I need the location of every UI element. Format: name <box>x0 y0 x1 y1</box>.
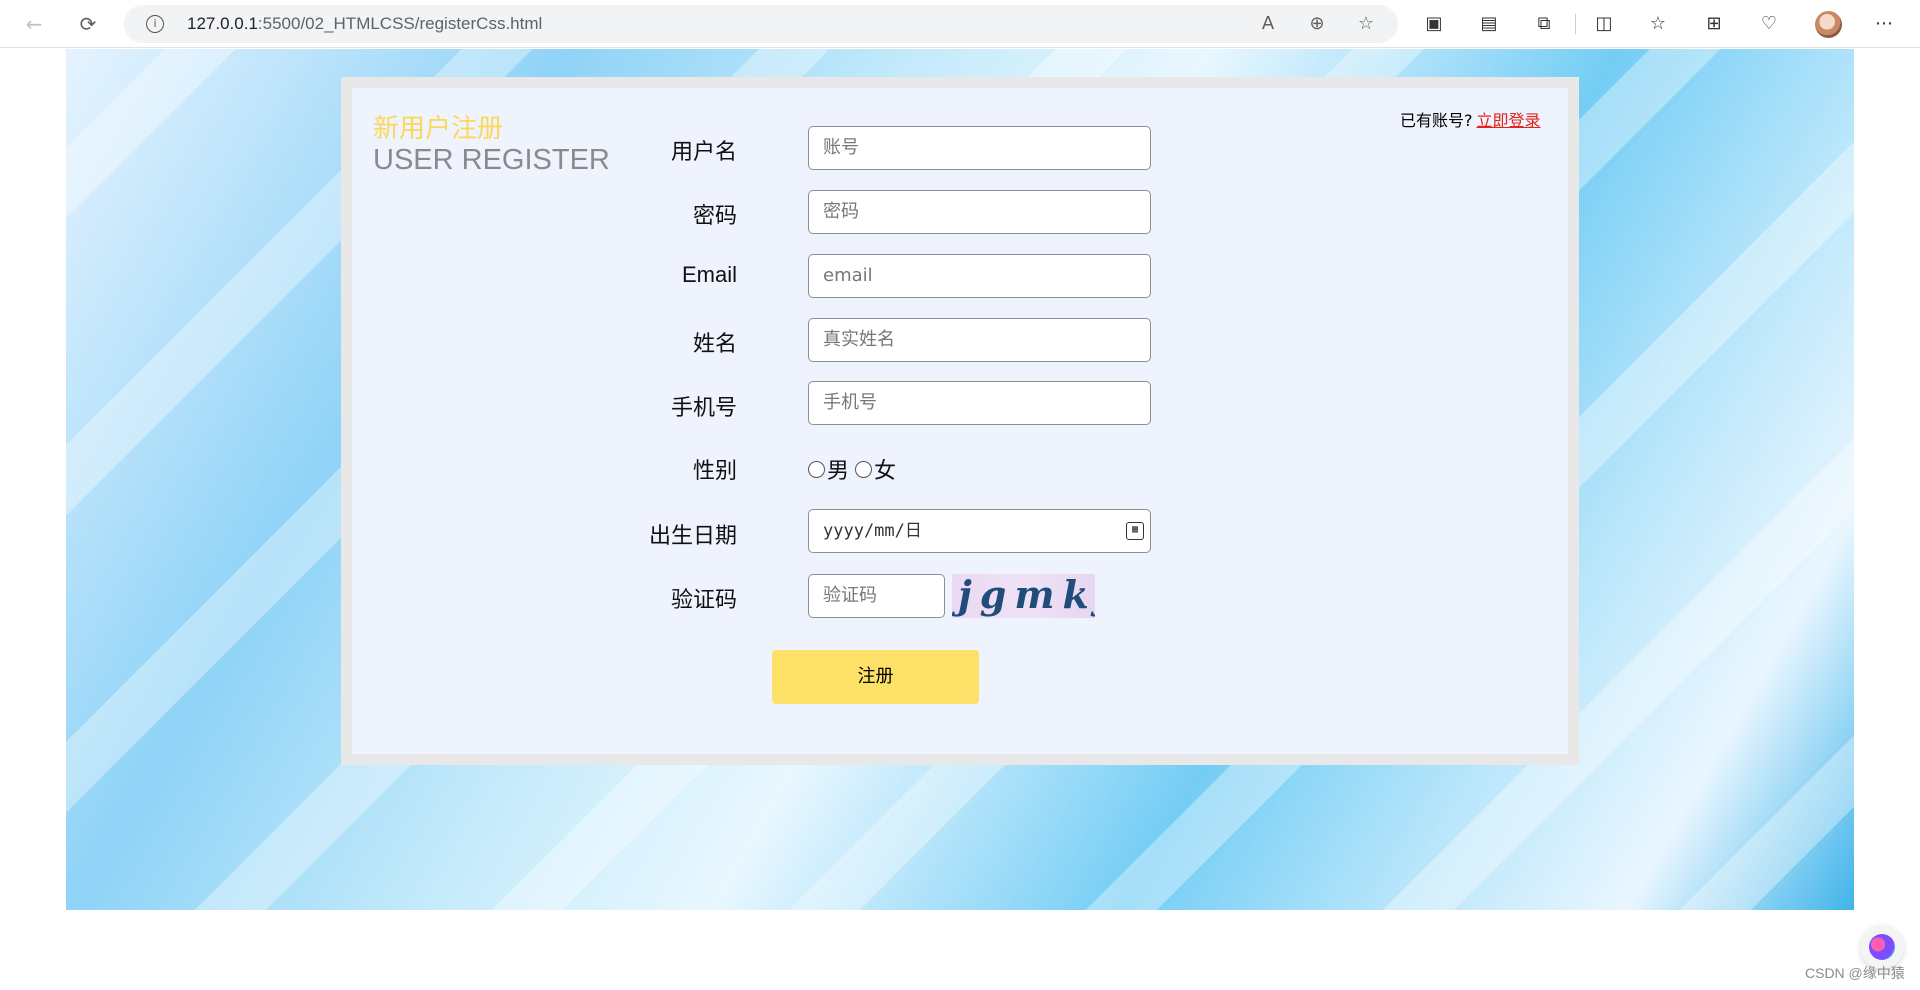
password-input[interactable]: 密码 <box>808 190 1151 234</box>
profile-avatar[interactable] <box>1815 11 1842 38</box>
name-label: 姓名 <box>692 332 737 357</box>
birthday-label: 出生日期 <box>648 524 737 549</box>
captcha-image[interactable]: jgmkj <box>952 574 1095 618</box>
reload-icon[interactable]: ⟳ <box>72 9 104 39</box>
url-host: 127.0.0.1 <box>187 14 258 33</box>
register-button[interactable]: 注册 <box>772 650 979 704</box>
zoom-icon[interactable]: ⊕ <box>1305 13 1329 35</box>
login-prompt: 已有账号? <box>1400 111 1473 130</box>
favorite-icon[interactable]: ☆ <box>1354 13 1378 35</box>
login-link[interactable]: 立即登录 <box>1477 111 1541 130</box>
gender-male-option[interactable]: 男 <box>808 453 849 485</box>
password-label: 密码 <box>692 204 737 229</box>
address-bar[interactable]: i 127.0.0.1:5500/02_HTMLCSS/registerCss.… <box>124 5 1398 43</box>
site-info-icon[interactable]: i <box>146 15 164 33</box>
browser-toolbar: ← ⟳ i 127.0.0.1:5500/02_HTMLCSS/register… <box>0 0 1920 48</box>
favorites-icon[interactable]: ☆ <box>1646 12 1670 36</box>
calendar-icon[interactable]: ▦ <box>1126 522 1144 540</box>
gender-label: 性别 <box>692 459 737 484</box>
csdn-watermark: CSDN @缘中猿 <box>1805 965 1905 981</box>
extension-icon[interactable]: ⧉ <box>1532 12 1556 36</box>
birthday-placeholder: yyyy/mm/日 <box>823 521 922 541</box>
phone-label: 手机号 <box>670 396 737 421</box>
title-en: USER REGISTER <box>373 144 610 176</box>
captcha-input[interactable]: 验证码 <box>808 574 945 618</box>
tab-actions-icon[interactable]: ▣ <box>1422 12 1446 36</box>
more-icon[interactable]: ⋯ <box>1872 12 1896 36</box>
email-label: Email <box>681 262 737 287</box>
email-input[interactable]: email <box>808 254 1151 298</box>
gender-male-radio[interactable] <box>808 460 825 478</box>
name-input[interactable]: 真实姓名 <box>808 318 1151 362</box>
read-aloud-icon[interactable]: A <box>1256 13 1280 35</box>
split-screen-icon[interactable]: ◫ <box>1592 12 1616 36</box>
back-icon[interactable]: ← <box>18 9 50 39</box>
gender-female-option[interactable]: 女 <box>855 453 896 485</box>
gender-female-radio[interactable] <box>855 460 873 478</box>
url-text[interactable]: 127.0.0.1:5500/02_HTMLCSS/registerCss.ht… <box>187 14 542 34</box>
login-hint: 已有账号? 立即登录 <box>1400 107 1541 131</box>
title-cn: 新用户注册 <box>373 114 504 144</box>
extension-l-icon[interactable]: ▤ <box>1477 12 1501 36</box>
birthday-input[interactable]: yyyy/mm/日 ▦ <box>808 509 1151 553</box>
url-path: :5500/02_HTMLCSS/registerCss.html <box>257 14 543 33</box>
browser-essentials-icon[interactable]: ♡ <box>1757 12 1781 36</box>
gender-radio-group: 男 女 <box>808 453 902 485</box>
gender-male-label: 男 <box>827 459 850 484</box>
phone-input[interactable]: 手机号 <box>808 381 1151 425</box>
username-input[interactable]: 账号 <box>808 126 1151 170</box>
collections-icon[interactable]: ⊞ <box>1702 12 1726 36</box>
gender-female-label: 女 <box>874 459 897 484</box>
toolbar-divider <box>1575 14 1576 34</box>
captcha-image-text: jgmkj <box>958 574 1095 617</box>
captcha-label: 验证码 <box>670 588 737 613</box>
username-label: 用户名 <box>670 140 737 165</box>
